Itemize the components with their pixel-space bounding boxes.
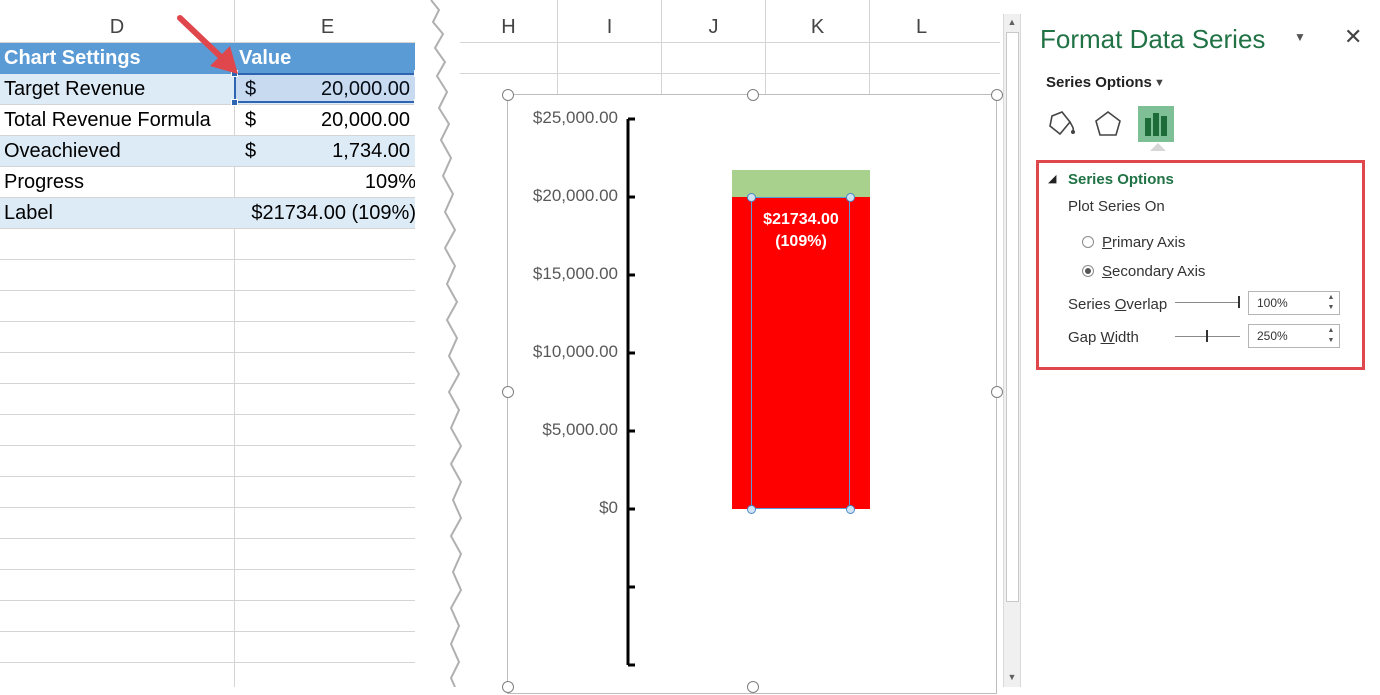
- gap-width-slider[interactable]: [1175, 336, 1240, 337]
- torn-edge-divider: [415, 0, 463, 687]
- bar-selection-point[interactable]: [747, 193, 756, 202]
- cell-value[interactable]: 109%: [235, 167, 420, 197]
- collapse-triangle-icon[interactable]: ◢: [1048, 172, 1056, 185]
- vertical-scrollbar[interactable]: ▲ ▼: [1003, 14, 1021, 687]
- tab-pointer: [1150, 143, 1166, 151]
- plot-series-on-label: Plot Series On: [1068, 198, 1165, 215]
- column-header-h[interactable]: H: [460, 12, 557, 42]
- chevron-down-icon[interactable]: ▼: [1294, 30, 1306, 44]
- grid-line: [0, 445, 420, 446]
- cell-value[interactable]: $ 1,734.00: [235, 136, 420, 166]
- cell-value-header[interactable]: Value: [235, 43, 420, 73]
- primary-axis-label[interactable]: Primary Axis: [1102, 234, 1185, 251]
- grid-line: [0, 507, 420, 508]
- column-divider: [765, 0, 766, 94]
- table-row: Total Revenue Formula $ 20,000.00: [0, 105, 420, 136]
- cell-value[interactable]: $21734.00 (109%): [235, 198, 420, 228]
- grid-line: [0, 476, 420, 477]
- chart-resize-handle[interactable]: [502, 386, 514, 398]
- grid-line: [0, 569, 420, 570]
- grid-line: [0, 414, 420, 415]
- table-row: Oveachieved $ 1,734.00: [0, 136, 420, 167]
- selection-handle[interactable]: [231, 99, 238, 106]
- primary-axis-text: rimary Axis: [1112, 234, 1186, 251]
- series-overlap-label: Series Overlap: [1068, 296, 1168, 313]
- gap-width-label: Gap Width: [1068, 329, 1139, 346]
- chart-resize-handle[interactable]: [991, 386, 1003, 398]
- column-divider: [869, 0, 870, 94]
- grid-line: [0, 352, 420, 353]
- sheet-left: D E Chart Settings Value Target Revenue …: [0, 0, 430, 687]
- series-options-dropdown[interactable]: Series Options: [1046, 74, 1152, 91]
- grid-line: [0, 538, 420, 539]
- column-header-l[interactable]: L: [870, 12, 973, 42]
- chart-resize-handle[interactable]: [502, 681, 514, 693]
- chart-resize-handle[interactable]: [991, 89, 1003, 101]
- column-header-k[interactable]: K: [766, 12, 869, 42]
- pane-title: Format Data Series: [1040, 24, 1266, 54]
- chart-resize-handle[interactable]: [747, 681, 759, 693]
- grid-line: [0, 259, 420, 260]
- chart-resize-handle[interactable]: [502, 89, 514, 101]
- bar-selection-point[interactable]: [747, 505, 756, 514]
- column-divider: [557, 0, 558, 94]
- cell-label[interactable]: Total Revenue Formula: [0, 105, 232, 135]
- series-overlap-slider-knob[interactable]: [1238, 296, 1240, 308]
- close-icon[interactable]: ✕: [1344, 24, 1362, 50]
- column-header-e[interactable]: E: [235, 12, 420, 42]
- data-label-line-2: (109%): [775, 233, 827, 250]
- grid-line: [0, 290, 420, 291]
- column-header-j[interactable]: J: [662, 12, 765, 42]
- grid-line: [0, 662, 420, 663]
- bar-selection-point[interactable]: [846, 505, 855, 514]
- series-overlap-spinner[interactable]: 100% ▲ ▼: [1248, 291, 1340, 315]
- gap-width-slider-knob[interactable]: [1205, 330, 1208, 342]
- secondary-axis-label[interactable]: Secondary Axis: [1102, 263, 1205, 280]
- series-overlap-value: 100%: [1257, 296, 1288, 310]
- gap-width-value: 250%: [1257, 329, 1288, 343]
- grid-line: [0, 600, 420, 601]
- currency-symbol: $: [245, 109, 257, 131]
- column-header-i[interactable]: I: [558, 12, 661, 42]
- bar-chart-icon[interactable]: [1138, 106, 1174, 142]
- gap-width-spinner[interactable]: 250% ▲ ▼: [1248, 324, 1340, 348]
- chart-resize-handle[interactable]: [747, 89, 759, 101]
- pentagon-icon[interactable]: [1090, 106, 1126, 142]
- cell-amount: 1,734.00: [332, 140, 410, 162]
- grid-line: [0, 383, 420, 384]
- chevron-down-icon[interactable]: ▼: [1154, 77, 1165, 89]
- section-title-series-options[interactable]: Series Options: [1068, 171, 1174, 188]
- secondary-axis-radio[interactable]: [1082, 265, 1094, 277]
- cell-label[interactable]: Oveachieved: [0, 136, 232, 166]
- table-row: Label $21734.00 (109%): [0, 198, 420, 229]
- secondary-axis-text: econdary Axis: [1112, 263, 1206, 280]
- paint-bucket-icon[interactable]: [1042, 106, 1078, 142]
- cell-label[interactable]: Label: [0, 198, 232, 228]
- cell-value[interactable]: $ 20,000.00: [235, 105, 420, 135]
- cell-label[interactable]: Progress: [0, 167, 232, 197]
- header-divider: [460, 42, 1000, 43]
- cell-selection-box[interactable]: [234, 73, 418, 103]
- cell-amount: 20,000.00: [321, 109, 410, 131]
- cell-amount: $21734.00 (109%): [251, 202, 416, 224]
- primary-axis-radio[interactable]: [1082, 236, 1094, 248]
- series-overlap-slider[interactable]: [1175, 302, 1240, 303]
- bar-data-label[interactable]: $21734.00 (109%): [732, 209, 870, 253]
- grid-line: [0, 321, 420, 322]
- cell-amount: 109%: [364, 171, 416, 193]
- column-divider: [661, 0, 662, 94]
- grid-line: [0, 631, 420, 632]
- red-arrow-icon: [177, 15, 238, 74]
- spinner-arrows-icon[interactable]: ▲ ▼: [1326, 293, 1336, 313]
- data-label-line-1: $21734.00: [763, 211, 839, 228]
- bar-selection-point[interactable]: [846, 193, 855, 202]
- scroll-up-icon[interactable]: ▲: [1004, 14, 1020, 30]
- scrollbar-thumb[interactable]: [1006, 32, 1019, 602]
- grid-line: [460, 73, 1000, 74]
- scroll-down-icon[interactable]: ▼: [1004, 669, 1020, 685]
- spinner-arrows-icon[interactable]: ▲ ▼: [1326, 326, 1336, 346]
- table-row: Progress 109%: [0, 167, 420, 198]
- chart-area[interactable]: $25,000.00 $20,000.00 $15,000.00 $10,000…: [507, 94, 997, 694]
- currency-symbol: $: [245, 140, 257, 162]
